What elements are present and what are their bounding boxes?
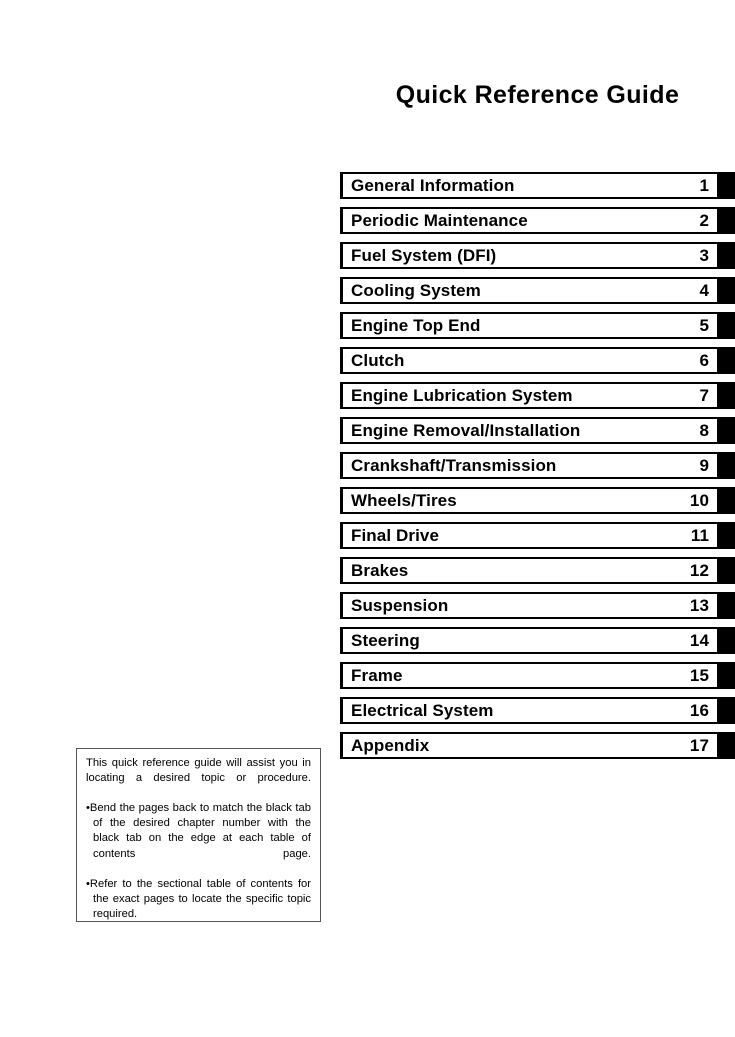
- chapter-box[interactable]: Brakes 12: [340, 557, 717, 584]
- chapter-box[interactable]: Engine Removal/Installation 8: [340, 417, 717, 444]
- chapter-number: 7: [699, 386, 709, 405]
- chapter-title: Appendix: [351, 736, 430, 755]
- chapter-number: 5: [699, 316, 709, 335]
- note-intro-paragraph: This quick reference guide will assist y…: [86, 757, 311, 785]
- chapter-box[interactable]: General Information 1: [340, 172, 717, 199]
- chapter-title: Engine Top End: [351, 316, 481, 335]
- chapter-black-tab: [717, 277, 735, 304]
- chapter-black-tab: [717, 382, 735, 409]
- chapter-row[interactable]: Engine Removal/Installation 8: [340, 417, 735, 444]
- chapter-row[interactable]: Fuel System (DFI) 3: [340, 242, 735, 269]
- chapter-title: Frame: [351, 666, 403, 685]
- chapter-number: 2: [699, 211, 709, 230]
- note-bullet-item: •Bend the pages back to match the black …: [86, 801, 311, 876]
- chapter-title: Fuel System (DFI): [351, 246, 497, 265]
- chapter-row[interactable]: Appendix 17: [340, 732, 735, 759]
- chapter-row[interactable]: Brakes 12: [340, 557, 735, 584]
- chapter-box[interactable]: Electrical System 16: [340, 697, 717, 724]
- quick-reference-note-box: This quick reference guide will assist y…: [76, 748, 321, 922]
- chapter-box[interactable]: Periodic Maintenance 2: [340, 207, 717, 234]
- chapter-row[interactable]: Suspension 13: [340, 592, 735, 619]
- chapter-box[interactable]: Appendix 17: [340, 732, 717, 759]
- chapter-title: General Information: [351, 176, 515, 195]
- note-bullet-item: •Refer to the sectional table of content…: [86, 877, 311, 937]
- chapter-number: 6: [699, 351, 709, 370]
- chapter-box[interactable]: Fuel System (DFI) 3: [340, 242, 717, 269]
- chapter-title: Brakes: [351, 561, 409, 580]
- chapter-index-table: General Information 1 Periodic Maintenance…: [340, 172, 735, 767]
- chapter-box[interactable]: Engine Top End 5: [340, 312, 717, 339]
- chapter-box[interactable]: Frame 15: [340, 662, 717, 689]
- page-title: Quick Reference Guide: [395, 81, 680, 109]
- chapter-black-tab: [717, 207, 735, 234]
- chapter-black-tab: [717, 627, 735, 654]
- chapter-box[interactable]: Wheels/Tires 10: [340, 487, 717, 514]
- chapter-box[interactable]: Clutch 6: [340, 347, 717, 374]
- chapter-title: Engine Removal/Installation: [351, 421, 581, 440]
- chapter-row[interactable]: Engine Lubrication System 7: [340, 382, 735, 409]
- chapter-number: 12: [689, 561, 709, 580]
- chapter-number: 8: [699, 421, 709, 440]
- chapter-title: Clutch: [351, 351, 405, 370]
- chapter-number: 15: [689, 666, 709, 685]
- chapter-black-tab: [717, 452, 735, 479]
- chapter-title: Cooling System: [351, 281, 481, 300]
- chapter-row[interactable]: Clutch 6: [340, 347, 735, 374]
- chapter-black-tab: [717, 732, 735, 759]
- chapter-number: 10: [689, 491, 709, 510]
- chapter-row[interactable]: Cooling System 4: [340, 277, 735, 304]
- chapter-number: 11: [690, 526, 709, 545]
- chapter-row[interactable]: Frame 15: [340, 662, 735, 689]
- chapter-box[interactable]: Suspension 13: [340, 592, 717, 619]
- chapter-number: 14: [689, 631, 709, 650]
- chapter-row[interactable]: Wheels/Tires 10: [340, 487, 735, 514]
- chapter-black-tab: [717, 172, 735, 199]
- chapter-black-tab: [717, 662, 735, 689]
- note-bullet-text: Bend the pages back to match the black t…: [89, 802, 311, 860]
- chapter-number: 1: [699, 176, 709, 195]
- note-bullet-list: •Bend the pages back to match the black …: [86, 801, 311, 937]
- chapter-row[interactable]: Steering 14: [340, 627, 735, 654]
- chapter-black-tab: [717, 487, 735, 514]
- chapter-number: 4: [699, 281, 709, 300]
- chapter-box[interactable]: Steering 14: [340, 627, 717, 654]
- chapter-title: Periodic Maintenance: [351, 211, 528, 230]
- chapter-row[interactable]: Final Drive 11: [340, 522, 735, 549]
- chapter-row[interactable]: Electrical System 16: [340, 697, 735, 724]
- chapter-number: 13: [689, 596, 709, 615]
- chapter-row[interactable]: General Information 1: [340, 172, 735, 199]
- chapter-number: 9: [699, 456, 709, 475]
- chapter-black-tab: [717, 242, 735, 269]
- chapter-black-tab: [717, 312, 735, 339]
- chapter-row[interactable]: Engine Top End 5: [340, 312, 735, 339]
- chapter-title: Wheels/Tires: [351, 491, 457, 510]
- chapter-black-tab: [717, 522, 735, 549]
- chapter-title: Electrical System: [351, 701, 494, 720]
- chapter-black-tab: [717, 697, 735, 724]
- chapter-box[interactable]: Cooling System 4: [340, 277, 717, 304]
- chapter-title: Steering: [351, 631, 420, 650]
- chapter-row[interactable]: Crankshaft/Transmission 9: [340, 452, 735, 479]
- chapter-box[interactable]: Final Drive 11: [340, 522, 717, 549]
- chapter-black-tab: [717, 592, 735, 619]
- chapter-title: Engine Lubrication System: [351, 386, 573, 405]
- chapter-title: Suspension: [351, 596, 449, 615]
- chapter-row[interactable]: Periodic Maintenance 2: [340, 207, 735, 234]
- chapter-number: 3: [699, 246, 709, 265]
- chapter-number: 16: [689, 701, 709, 720]
- chapter-black-tab: [717, 347, 735, 374]
- chapter-title: Crankshaft/Transmission: [351, 456, 557, 475]
- note-bullet-text: Refer to the sectional table of contents…: [89, 877, 311, 920]
- chapter-black-tab: [717, 557, 735, 584]
- chapter-box[interactable]: Engine Lubrication System 7: [340, 382, 717, 409]
- chapter-box[interactable]: Crankshaft/Transmission 9: [340, 452, 717, 479]
- chapter-number: 17: [689, 736, 709, 755]
- chapter-black-tab: [717, 417, 735, 444]
- chapter-title: Final Drive: [351, 526, 440, 545]
